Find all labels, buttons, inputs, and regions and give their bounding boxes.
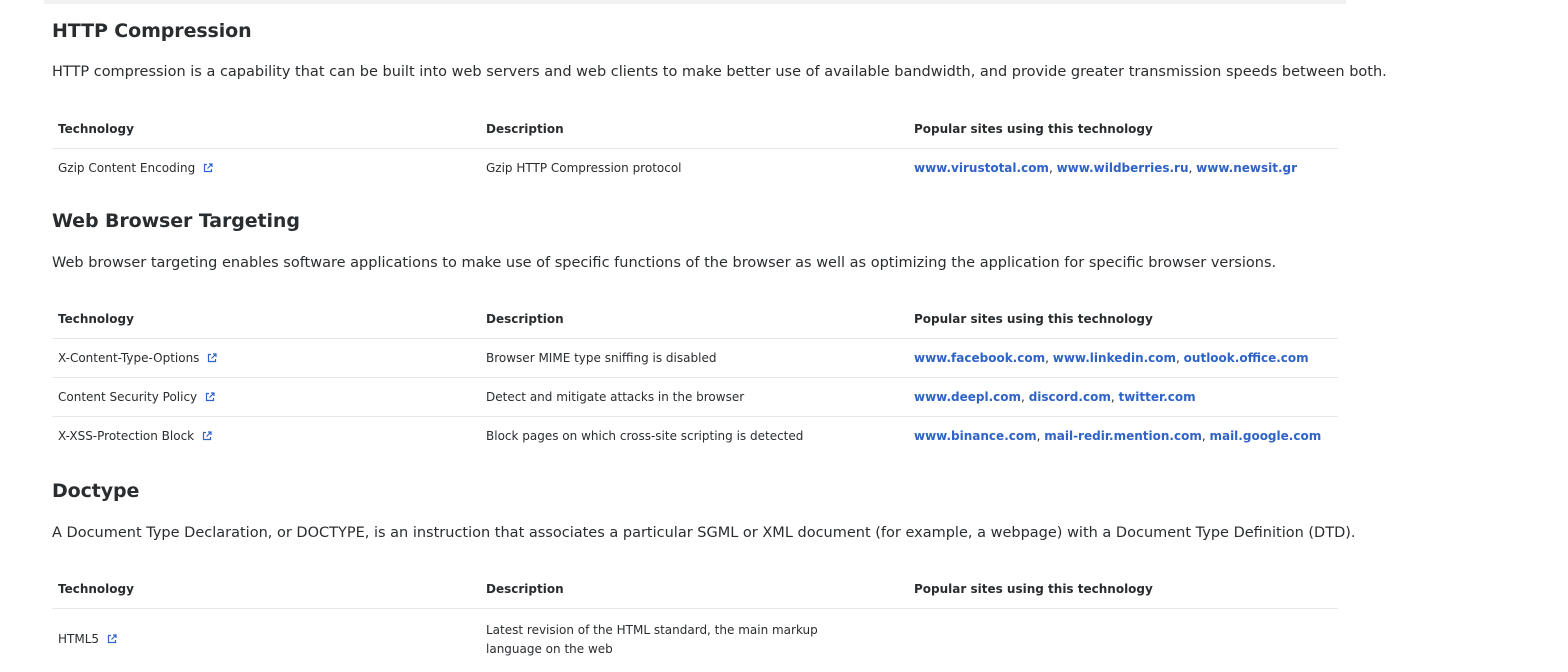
technology-table: Technology Description Popular sites usi… — [52, 110, 1338, 187]
desc-cell: Latest revision of the HTML standard, th… — [486, 623, 818, 656]
header-popular-sites: Popular sites using this technology — [908, 300, 1338, 339]
header-description: Description — [480, 570, 908, 609]
table-row: HTML5 Latest revision of the HTML standa… — [52, 609, 1338, 670]
tech-name[interactable]: X-XSS-Protection Block — [58, 429, 194, 443]
external-link-icon[interactable] — [205, 392, 215, 402]
sites-cell: www.deepl.com, discord.com, twitter.com — [908, 377, 1338, 417]
site-link[interactable]: outlook.office.com — [1184, 351, 1309, 365]
header-popular-sites: Popular sites using this technology — [908, 570, 1338, 609]
table-header-row: Technology Description Popular sites usi… — [52, 300, 1338, 339]
site-link[interactable]: www.deepl.com — [914, 390, 1021, 404]
table-row: X-XSS-Protection Block Block pages on wh… — [52, 417, 1338, 456]
site-link[interactable]: www.virustotal.com — [914, 161, 1049, 175]
header-technology: Technology — [52, 300, 480, 339]
desc-cell: Browser MIME type sniffing is disabled — [480, 338, 908, 378]
table-header-row: Technology Description Popular sites usi… — [52, 110, 1338, 149]
table-header-row: Technology Description Popular sites usi… — [52, 570, 1338, 609]
site-link[interactable]: www.binance.com — [914, 429, 1037, 443]
tech-name[interactable]: Gzip Content Encoding — [58, 161, 195, 175]
header-description: Description — [480, 110, 908, 149]
tech-name[interactable]: HTML5 — [58, 632, 99, 646]
table-row: Content Security Policy Detect and mitig… — [52, 377, 1338, 417]
section-description: A Document Type Declaration, or DOCTYPE,… — [52, 525, 1356, 541]
header-popular-sites: Popular sites using this technology — [908, 110, 1338, 149]
tech-cell: HTML5 — [52, 609, 480, 670]
tech-cell: X-XSS-Protection Block — [52, 417, 480, 456]
tech-cell: X-Content-Type-Options — [52, 338, 480, 378]
section-title: Doctype — [52, 480, 140, 502]
tech-name[interactable]: X-Content-Type-Options — [58, 351, 199, 365]
sites-cell: www.virustotal.com, www.wildberries.ru, … — [914, 161, 1298, 175]
section-title: Web Browser Targeting — [52, 210, 300, 232]
section-description: Web browser targeting enables software a… — [52, 255, 1277, 271]
tech-name[interactable]: Content Security Policy — [58, 390, 197, 404]
tech-cell: Content Security Policy — [52, 377, 480, 417]
header-description: Description — [480, 300, 908, 339]
tech-cell: Gzip Content Encoding — [52, 149, 480, 188]
header-technology: Technology — [52, 570, 480, 609]
desc-cell: Block pages on which cross-site scriptin… — [486, 429, 804, 443]
top-divider — [44, 0, 1346, 4]
site-link[interactable]: www.newsit.gr — [1196, 161, 1297, 175]
sites-cell: www.binance.com, mail-redir.mention.com,… — [914, 429, 1322, 443]
table-row: Gzip Content Encoding Gzip HTTP Compress… — [52, 149, 1338, 188]
site-link[interactable]: mail-redir.mention.com — [1044, 429, 1202, 443]
site-link[interactable]: www.wildberries.ru — [1057, 161, 1189, 175]
external-link-icon[interactable] — [207, 353, 218, 363]
site-link[interactable]: twitter.com — [1118, 390, 1195, 404]
external-link-icon[interactable] — [203, 163, 213, 173]
table-row: X-Content-Type-Options Browser MIME type… — [52, 338, 1338, 378]
desc-cell: Detect and mitigate attacks in the brows… — [480, 377, 908, 417]
site-link[interactable]: www.facebook.com — [914, 351, 1045, 365]
header-technology: Technology — [52, 110, 480, 149]
section-title: HTTP Compression — [52, 20, 252, 42]
site-link[interactable]: discord.com — [1029, 390, 1111, 404]
section-description: HTTP compression is a capability that ca… — [52, 64, 1387, 80]
external-link-icon[interactable] — [202, 431, 212, 441]
sites-cell — [908, 609, 1338, 670]
external-link-icon[interactable] — [107, 634, 117, 644]
technology-table: Technology Description Popular sites usi… — [52, 300, 1338, 455]
desc-cell: Gzip HTTP Compression protocol — [486, 161, 682, 175]
site-link[interactable]: www.linkedin.com — [1053, 351, 1176, 365]
site-link[interactable]: mail.google.com — [1209, 429, 1321, 443]
sites-cell: www.facebook.com, www.linkedin.com, outl… — [908, 338, 1338, 378]
technology-table: Technology Description Popular sites usi… — [52, 570, 1338, 669]
